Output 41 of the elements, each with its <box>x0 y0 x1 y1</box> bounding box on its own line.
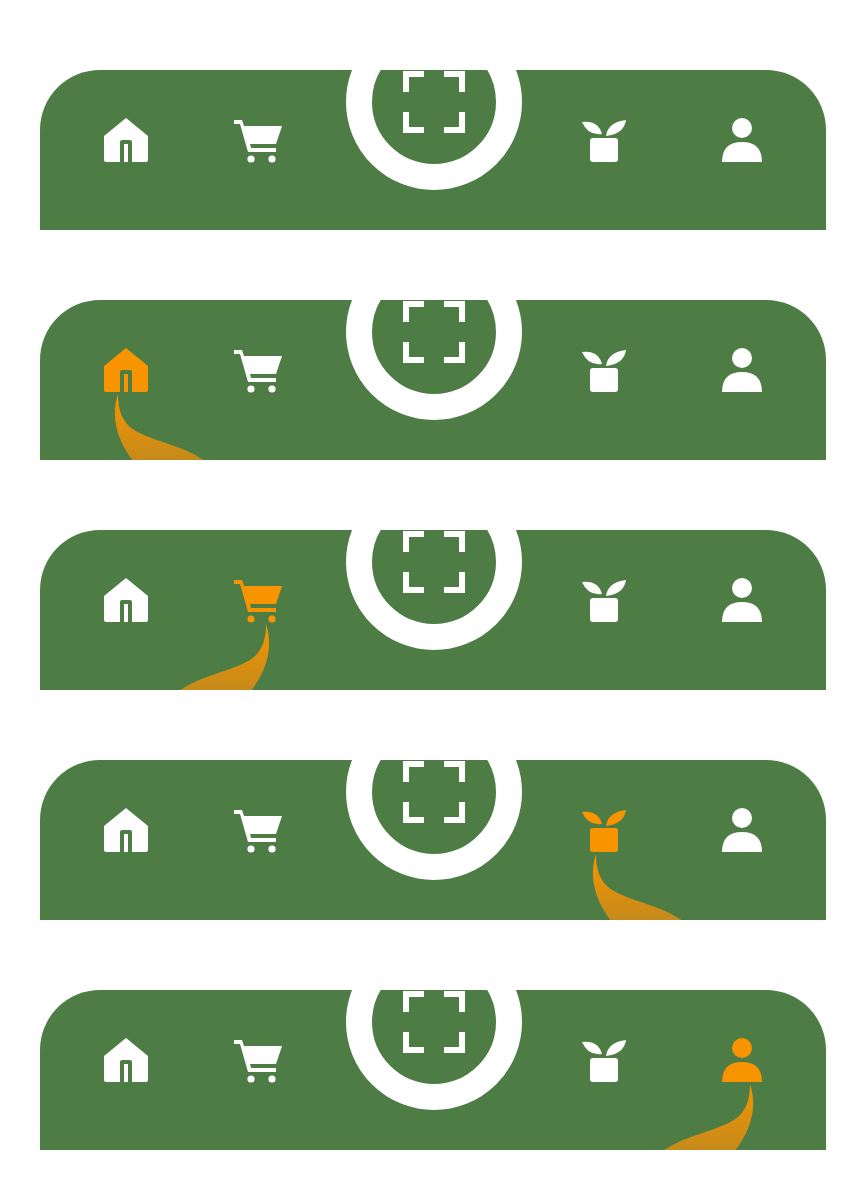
cart-tab[interactable] <box>234 1036 282 1084</box>
cart-icon <box>234 1036 282 1084</box>
person-tab[interactable] <box>718 806 766 854</box>
cart-tab[interactable] <box>234 346 282 394</box>
person-tab[interactable] <box>718 346 766 394</box>
cart-icon <box>234 116 282 164</box>
cart-tab[interactable] <box>234 806 282 854</box>
home-tab[interactable] <box>102 806 150 854</box>
person-tab[interactable] <box>718 116 766 164</box>
cart-tab[interactable] <box>234 116 282 164</box>
plant-icon <box>580 1036 628 1084</box>
plant-tab[interactable] <box>580 1036 628 1084</box>
scan-icon <box>402 990 466 1054</box>
cart-icon <box>234 346 282 394</box>
plant-icon <box>580 576 628 624</box>
home-icon <box>102 346 150 394</box>
plant-icon <box>580 806 628 854</box>
plant-tab[interactable] <box>580 346 628 394</box>
home-tab[interactable] <box>102 576 150 624</box>
scan-icon <box>402 70 466 134</box>
scan-icon <box>402 760 466 824</box>
home-icon <box>102 116 150 164</box>
person-icon <box>718 116 766 164</box>
home-tab[interactable] <box>102 1036 150 1084</box>
home-icon <box>102 576 150 624</box>
home-icon <box>102 806 150 854</box>
scan-icon <box>402 300 466 364</box>
person-icon <box>718 806 766 854</box>
person-tab[interactable] <box>718 576 766 624</box>
home-icon <box>102 1036 150 1084</box>
cart-icon <box>234 806 282 854</box>
plant-icon <box>580 346 628 394</box>
plant-tab[interactable] <box>580 116 628 164</box>
person-icon <box>718 576 766 624</box>
home-tab[interactable] <box>102 116 150 164</box>
person-icon <box>718 1036 766 1084</box>
cart-icon <box>234 576 282 624</box>
plant-icon <box>580 116 628 164</box>
plant-tab[interactable] <box>580 576 628 624</box>
person-icon <box>718 346 766 394</box>
scan-icon <box>402 530 466 594</box>
